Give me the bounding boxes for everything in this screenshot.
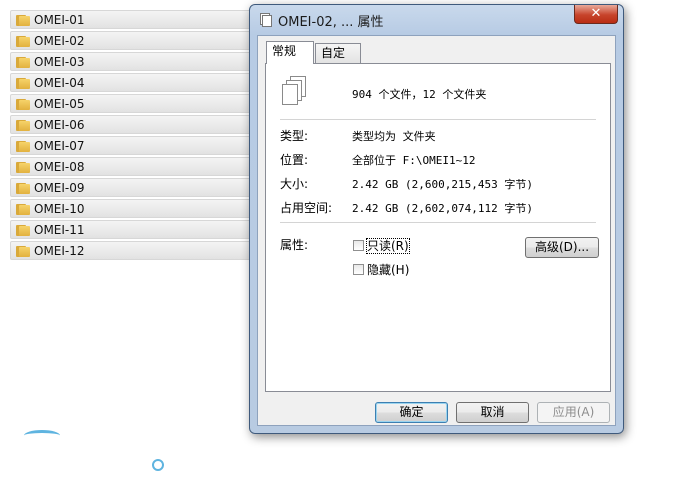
size-value: 2.42 GB (2,600,215,453 字节) — [352, 178, 533, 191]
folder-label: OMEI-12 — [34, 244, 85, 258]
folder-icon — [16, 203, 30, 215]
tab-custom[interactable]: 自定义 — [315, 43, 361, 78]
attributes-label: 属性: — [280, 238, 309, 252]
general-tab-panel: 904 个文件，12 个文件夹 类型: 类型均为 文件夹 位置: 全部位于 F:… — [265, 63, 611, 392]
dialog-client-area: 常规 自定义 904 个文件，12 个文件夹 类型: 类型均为 文件夹 位置: … — [257, 35, 616, 426]
folder-label: OMEI-03 — [34, 55, 85, 69]
folder-icon — [16, 56, 30, 68]
folder-icon — [16, 182, 30, 194]
folder-item[interactable]: OMEI-07 — [10, 136, 260, 155]
folder-item[interactable]: OMEI-10 — [10, 199, 260, 218]
apply-button[interactable]: 应用(A) — [537, 402, 610, 423]
folder-icon — [16, 14, 30, 26]
type-label: 类型: — [280, 129, 309, 143]
close-icon: ✕ — [590, 6, 602, 21]
folder-list: OMEI-01 OMEI-02 OMEI-03 OMEI-04 OMEI-05 … — [10, 10, 260, 262]
folder-icon — [16, 245, 30, 257]
folder-item[interactable]: OMEI-03 — [10, 52, 260, 71]
decorative-ring — [152, 459, 164, 471]
folder-icon — [16, 119, 30, 131]
folder-label: OMEI-01 — [34, 13, 85, 27]
folder-item[interactable]: OMEI-01 — [10, 10, 260, 29]
advanced-button[interactable]: 高级(D)... — [525, 237, 599, 258]
folder-label: OMEI-11 — [34, 223, 85, 237]
folder-label: OMEI-07 — [34, 139, 85, 153]
folder-item[interactable]: OMEI-04 — [10, 73, 260, 92]
window-title: OMEI-02, ... 属性 — [278, 15, 384, 30]
folder-icon — [16, 98, 30, 110]
size-label: 大小: — [280, 177, 309, 191]
hidden-label: 隐藏(H) — [367, 263, 410, 277]
folder-label: OMEI-04 — [34, 76, 85, 90]
properties-dialog: OMEI-02, ... 属性 ✕ 常规 自定义 904 个文件，12 个文件夹… — [249, 4, 624, 434]
tab-general[interactable]: 常规 — [266, 41, 314, 64]
readonly-label: 只读(R) — [366, 238, 410, 254]
readonly-checkbox[interactable]: 只读(R) — [353, 237, 410, 254]
folder-label: OMEI-05 — [34, 97, 85, 111]
folder-icon — [16, 77, 30, 89]
folder-item[interactable]: OMEI-12 — [10, 241, 260, 260]
folder-icon — [16, 35, 30, 47]
folder-label: OMEI-02 — [34, 34, 85, 48]
folder-label: OMEI-08 — [34, 160, 85, 174]
checkbox-box[interactable] — [353, 264, 364, 275]
separator — [280, 222, 596, 223]
folder-label: OMEI-10 — [34, 202, 85, 216]
close-button[interactable]: ✕ — [574, 5, 618, 24]
multiple-files-icon — [282, 76, 310, 108]
folder-item[interactable]: OMEI-08 — [10, 157, 260, 176]
size-on-disk-value: 2.42 GB (2,602,074,112 字节) — [352, 202, 533, 215]
size-on-disk-label: 占用空间: — [280, 201, 333, 215]
location-value: 全部位于 F:\OMEI1~12 — [352, 154, 476, 167]
hidden-checkbox[interactable]: 隐藏(H) — [353, 261, 409, 278]
folder-item[interactable]: OMEI-02 — [10, 31, 260, 50]
type-value: 类型均为 文件夹 — [352, 130, 436, 143]
checkbox-box[interactable] — [353, 240, 364, 251]
folder-item[interactable]: OMEI-11 — [10, 220, 260, 239]
separator — [280, 119, 596, 120]
ok-button[interactable]: 确定 — [375, 402, 448, 423]
location-label: 位置: — [280, 153, 309, 167]
folder-icon — [16, 161, 30, 173]
selection-summary: 904 个文件，12 个文件夹 — [352, 88, 487, 101]
folder-icon — [16, 224, 30, 236]
folder-item[interactable]: OMEI-05 — [10, 94, 260, 113]
folder-item[interactable]: OMEI-09 — [10, 178, 260, 197]
folder-label: OMEI-06 — [34, 118, 85, 132]
folder-icon — [16, 140, 30, 152]
cancel-button[interactable]: 取消 — [456, 402, 529, 423]
folder-item[interactable]: OMEI-06 — [10, 115, 260, 134]
decorative-arc — [24, 430, 60, 441]
folder-label: OMEI-09 — [34, 181, 85, 195]
title-bar[interactable]: OMEI-02, ... 属性 ✕ — [250, 5, 623, 35]
document-icon — [260, 13, 272, 27]
